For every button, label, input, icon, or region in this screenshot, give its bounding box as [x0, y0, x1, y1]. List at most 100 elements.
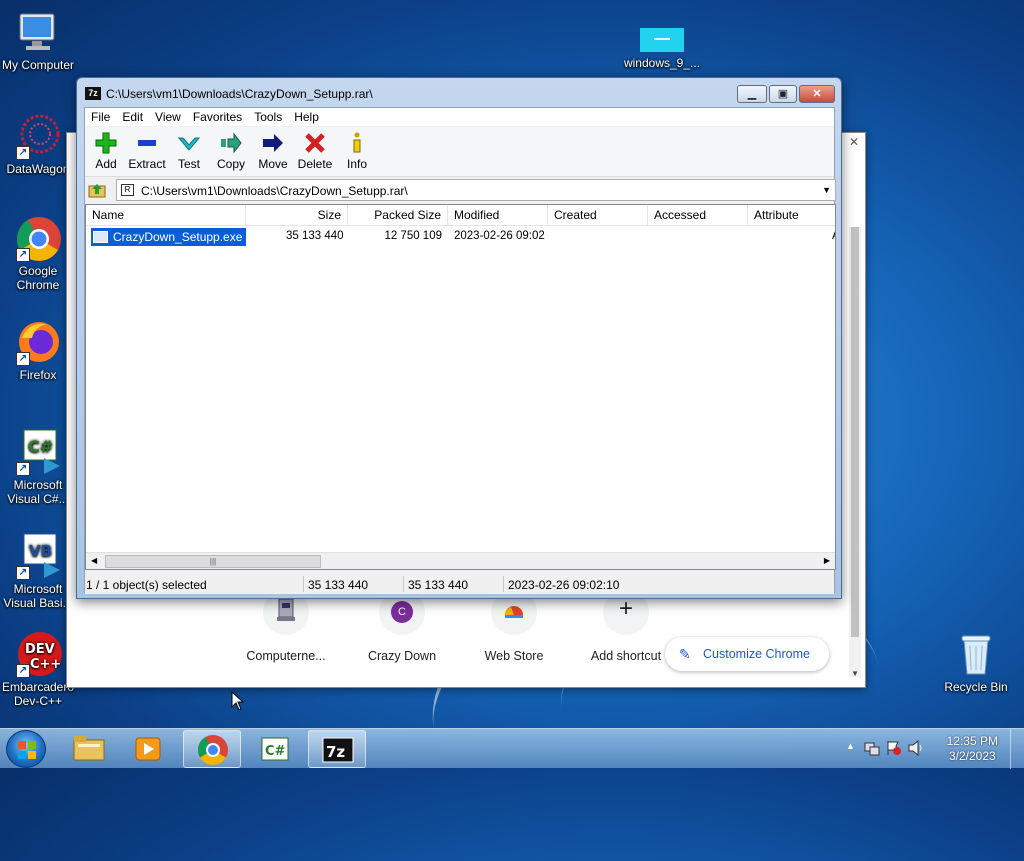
toolbar-label: Test: [177, 157, 200, 171]
add-button[interactable]: Add: [85, 131, 127, 171]
file-list[interactable]: Name Size Packed Size Modified Created A…: [85, 204, 836, 570]
minimize-button[interactable]: ▁: [737, 85, 767, 103]
menu-edit[interactable]: Edit: [116, 108, 149, 126]
chrome-close-icon[interactable]: ✕: [849, 135, 859, 149]
file-attributes: A: [832, 230, 835, 242]
desktop-icon-dev-cpp[interactable]: DEV C++ ↗ Embarcadero Dev-C++: [0, 630, 76, 708]
dropdown-arrow-icon[interactable]: ▼: [822, 185, 831, 195]
scroll-right-arrow-icon[interactable]: ▶: [824, 556, 830, 565]
shortcut-tile-web-store[interactable]: Web Store: [459, 589, 569, 663]
copy-button[interactable]: Copy: [210, 131, 252, 171]
desktop-icon-datawagon[interactable]: ↗ DataWagon: [0, 112, 76, 176]
copy-arrow-icon: [210, 131, 252, 155]
datawagon-icon: ↗: [14, 112, 62, 160]
table-row[interactable]: CrazyDown_Setupp.exe 35 133 440 12 750 1…: [86, 227, 835, 247]
info-button[interactable]: Info: [336, 131, 378, 171]
menu-bar: File Edit View Favorites Tools Help: [85, 108, 834, 126]
start-button[interactable]: [6, 730, 46, 768]
7zip-icon: 7z: [322, 737, 354, 763]
desktop-icon-label: windows_9_...: [623, 56, 701, 70]
clock[interactable]: 12:35 PM 3/2/2023: [947, 734, 998, 764]
shortcut-arrow-icon: ↗: [16, 352, 30, 366]
file-name: CrazyDown_Setupp.exe: [113, 230, 243, 244]
column-header-attributes[interactable]: Attribute: [748, 205, 835, 226]
scroll-left-arrow-icon[interactable]: ◀: [91, 556, 97, 565]
tile-badge: C: [391, 601, 413, 623]
customize-chrome-button[interactable]: ✎ Customize Chrome: [665, 637, 829, 671]
desktop-icon-label: Microsoft Visual C#...: [7, 478, 69, 506]
exe-file-icon: [93, 231, 108, 243]
move-button[interactable]: Move: [252, 131, 294, 171]
svg-text:C#: C#: [28, 437, 53, 456]
file-modified: 2023-02-26 09:02: [454, 230, 545, 242]
chrome-scrollbar-thumb[interactable]: [851, 227, 859, 637]
customize-chrome-label: Customize Chrome: [703, 647, 810, 661]
test-button[interactable]: Test: [168, 131, 210, 171]
7zip-titlebar[interactable]: 7z C:\Users\vm1\Downloads\CrazyDown_Setu…: [77, 78, 841, 108]
column-header-modified[interactable]: Modified: [448, 205, 548, 226]
address-text: C:\Users\vm1\Downloads\CrazyDown_Setupp.…: [141, 184, 408, 198]
shortcut-arrow-icon: ↗: [16, 248, 30, 262]
plus-icon: [85, 131, 127, 155]
svg-text:C++: C++: [30, 657, 61, 672]
column-header-created[interactable]: Created: [548, 205, 648, 226]
minus-icon: [126, 131, 168, 155]
taskbar-explorer[interactable]: [60, 730, 118, 768]
taskbar-media-player[interactable]: [120, 730, 178, 768]
chrome-scrollbar[interactable]: [849, 227, 861, 677]
desktop-icon-windows-file[interactable]: windows_9_...: [622, 26, 702, 70]
close-button[interactable]: ✕: [799, 85, 835, 103]
menu-tools[interactable]: Tools: [248, 108, 288, 126]
close-icon: ✕: [812, 88, 822, 100]
toolbar: Add Extract Test Copy Move Delete Info: [85, 127, 834, 177]
desktop-icon-visual-basic[interactable]: VB ↗ Microsoft Visual Basi...: [0, 532, 76, 610]
maximize-button[interactable]: ▣: [769, 85, 797, 103]
menu-favorites[interactable]: Favorites: [187, 108, 248, 126]
scroll-down-arrow-icon[interactable]: ▼: [851, 669, 859, 678]
file-name-cell[interactable]: CrazyDown_Setupp.exe: [91, 228, 247, 246]
toolbar-label: Move: [258, 157, 288, 171]
shortcut-arrow-icon: ↗: [16, 566, 30, 580]
menu-help[interactable]: Help: [288, 108, 325, 126]
desktop-icon-visual-csharp[interactable]: C# ↗ Microsoft Visual C#...: [0, 428, 76, 506]
folder-up-button[interactable]: [88, 181, 106, 199]
desktop-icon-my-computer[interactable]: My Computer: [0, 8, 76, 72]
desktop-icon-google-chrome[interactable]: ↗ Google Chrome: [0, 214, 76, 292]
extract-button[interactable]: Extract: [126, 131, 168, 171]
column-header-accessed[interactable]: Accessed: [648, 205, 748, 226]
action-center-flag-icon[interactable]: [886, 740, 902, 756]
network-icon[interactable]: [864, 740, 880, 756]
column-header-size[interactable]: Size: [246, 205, 348, 226]
status-size: 35 133 440: [308, 578, 369, 592]
address-bar: R C:\Users\vm1\Downloads\CrazyDown_Setup…: [85, 178, 836, 202]
shortcut-tile-computerne[interactable]: Computerne...: [231, 589, 341, 663]
menu-view[interactable]: View: [149, 108, 187, 126]
move-arrow-icon: [252, 131, 294, 155]
volume-icon[interactable]: [908, 740, 924, 756]
horizontal-scrollbar-thumb[interactable]: |||: [105, 555, 321, 568]
address-input[interactable]: R C:\Users\vm1\Downloads\CrazyDown_Setup…: [116, 179, 836, 201]
desktop-icon-label: Google Chrome: [16, 264, 60, 292]
show-desktop-button[interactable]: [1010, 729, 1024, 769]
desktop-icon-label: DataWagon: [6, 162, 70, 176]
7zip-window[interactable]: 7z C:\Users\vm1\Downloads\CrazyDown_Setu…: [76, 77, 842, 599]
desktop-icon-firefox[interactable]: ↗ Firefox: [0, 318, 76, 382]
horizontal-scrollbar[interactable]: ◀ ||| ▶: [86, 552, 835, 569]
archive-icon: R: [121, 184, 134, 196]
computer-icon: [14, 8, 62, 56]
image-file-icon: [638, 26, 686, 54]
shortcut-arrow-icon: ↗: [16, 462, 30, 476]
delete-button[interactable]: Delete: [294, 131, 336, 171]
column-header-packed-size[interactable]: Packed Size: [348, 205, 448, 226]
column-header-name[interactable]: Name: [86, 205, 246, 226]
menu-file[interactable]: File: [85, 108, 116, 126]
tile-label: Computerne...: [246, 649, 326, 663]
desktop-icon-recycle-bin[interactable]: Recycle Bin: [938, 630, 1014, 694]
taskbar-visual-csharp[interactable]: C#: [246, 730, 304, 768]
shortcut-tile-crazy-down[interactable]: C Crazy Down: [347, 589, 457, 663]
taskbar-chrome[interactable]: [183, 730, 241, 768]
taskbar-7zip[interactable]: 7z: [308, 730, 366, 768]
show-hidden-icons-icon[interactable]: ▲: [846, 741, 855, 751]
svg-text:C#: C#: [265, 744, 286, 759]
status-selection: 1 / 1 object(s) selected: [86, 578, 207, 592]
